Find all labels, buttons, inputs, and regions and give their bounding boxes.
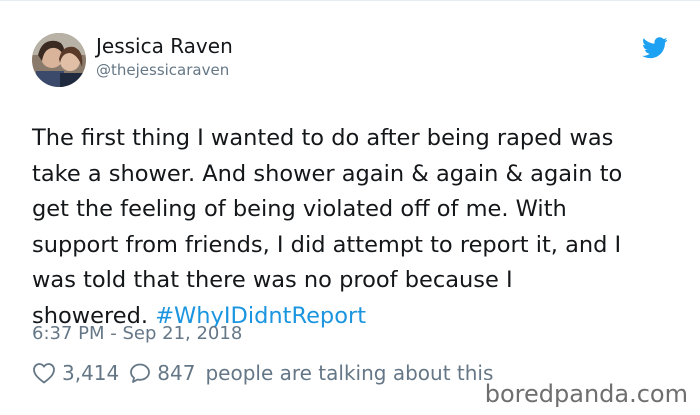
talking-label[interactable]: people are talking about this [205, 361, 493, 385]
tweet-line: take a shower. And shower again & again … [32, 160, 623, 187]
display-name[interactable]: Jessica Raven [96, 34, 233, 58]
avatar[interactable] [32, 33, 86, 87]
reply-count: 847 [157, 361, 196, 385]
tweet-text: The first thing I wanted to do after bei… [32, 121, 680, 334]
tweet-line: was told that there was no proof because… [32, 267, 513, 293]
avatar-photo-icon [32, 33, 86, 87]
tweet-line: support from friends, I did attempt to r… [32, 231, 622, 258]
tweet-line: The first thing I wanted to do after bei… [32, 125, 614, 151]
tweet-timestamp[interactable]: 6:37 PM - Sep 21, 2018 [32, 323, 242, 344]
like-button[interactable]: 3,414 [32, 361, 119, 385]
twitter-bird-icon[interactable] [642, 37, 668, 59]
tweet-line: get the feeling of being violated off of… [32, 196, 567, 222]
tweet-actions: 3,414 847 people are talking about this [32, 359, 493, 387]
reply-button[interactable]: 847 [129, 361, 195, 385]
watermark: boredpanda.com [478, 380, 688, 408]
like-count: 3,414 [62, 361, 120, 385]
tweet-card: Jessica Raven @thejessicaraven The first… [0, 0, 700, 415]
user-handle[interactable]: @thejessicaraven [96, 61, 229, 79]
heart-icon [33, 363, 55, 384]
speech-bubble-icon [130, 363, 151, 383]
